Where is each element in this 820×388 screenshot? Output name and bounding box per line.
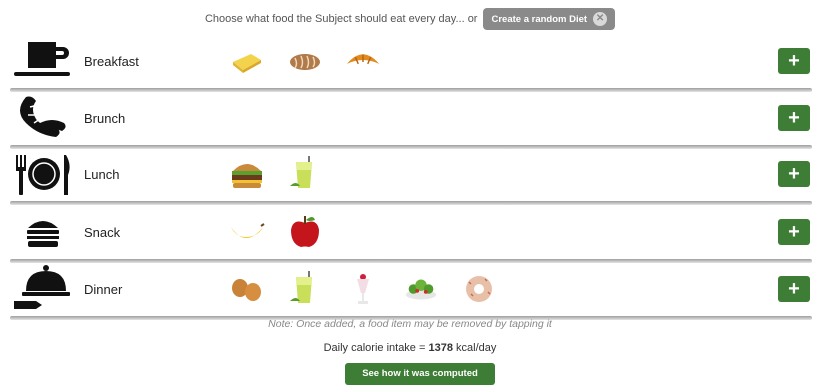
meal-row-lunch: Lunch + <box>10 146 820 205</box>
add-food-button-lunch[interactable]: + <box>778 161 810 187</box>
see-how-computed-button[interactable]: See how it was computed <box>345 363 495 385</box>
add-food-button-snack[interactable]: + <box>778 219 810 245</box>
meal-label-lunch: Lunch <box>84 166 120 182</box>
plate-cutlery-icon <box>10 147 76 201</box>
close-circle-icon: ✕ <box>593 12 608 26</box>
calorie-prefix: Daily calorie intake = <box>323 342 429 354</box>
salad-icon[interactable] <box>402 271 440 307</box>
calorie-unit: kcal/day <box>452 342 497 354</box>
smoothie-icon[interactable] <box>286 156 324 192</box>
food-list-brunch <box>228 96 778 140</box>
food-list-lunch <box>228 152 778 196</box>
milkshake-icon[interactable] <box>344 271 382 307</box>
smoothie-icon[interactable] <box>286 271 324 307</box>
meal-row-breakfast: Breakfast + <box>10 33 820 92</box>
croissant-icon[interactable] <box>344 43 382 79</box>
calorie-value: 1378 <box>428 342 453 354</box>
apple-icon[interactable] <box>286 214 324 250</box>
food-list-breakfast <box>228 39 778 83</box>
butter-icon[interactable] <box>228 43 266 79</box>
diet-prompt-bar: Choose what food the Subject should eat … <box>0 6 820 32</box>
remove-food-note: Note: Once added, a food item may be rem… <box>268 318 552 330</box>
diet-prompt-text: Choose what food the Subject should eat … <box>204 13 478 25</box>
food-list-dinner <box>228 267 778 311</box>
meal-row-dinner: Dinner + <box>10 261 820 320</box>
meal-label-dinner: Dinner <box>84 281 123 297</box>
bread-icon[interactable] <box>286 43 324 79</box>
banana-icon[interactable] <box>228 214 266 250</box>
add-food-button-breakfast[interactable]: + <box>778 48 810 74</box>
eggs-icon[interactable] <box>228 271 266 307</box>
add-food-button-dinner[interactable]: + <box>778 276 810 302</box>
donut-icon[interactable] <box>460 271 498 307</box>
burger-icon[interactable] <box>228 156 266 192</box>
meal-label-brunch: Brunch <box>84 110 126 126</box>
cloche-icon <box>10 262 76 316</box>
burger-icon <box>10 205 76 259</box>
meal-label-snack: Snack <box>84 224 121 240</box>
add-food-button-brunch[interactable]: + <box>778 105 810 131</box>
meal-row-brunch: Brunch + <box>10 90 820 149</box>
coffee-cup-icon <box>10 34 76 88</box>
create-random-diet-label: Create a random Diet <box>491 13 588 25</box>
create-random-diet-button[interactable]: Create a random Diet ✕ <box>483 8 616 30</box>
meal-row-snack: Snack + <box>10 204 820 263</box>
food-list-snack <box>228 210 778 254</box>
daily-calorie-intake: Daily calorie intake = 1378 kcal/day <box>0 342 820 354</box>
meal-label-breakfast: Breakfast <box>84 53 139 69</box>
croissant-icon <box>10 91 76 145</box>
